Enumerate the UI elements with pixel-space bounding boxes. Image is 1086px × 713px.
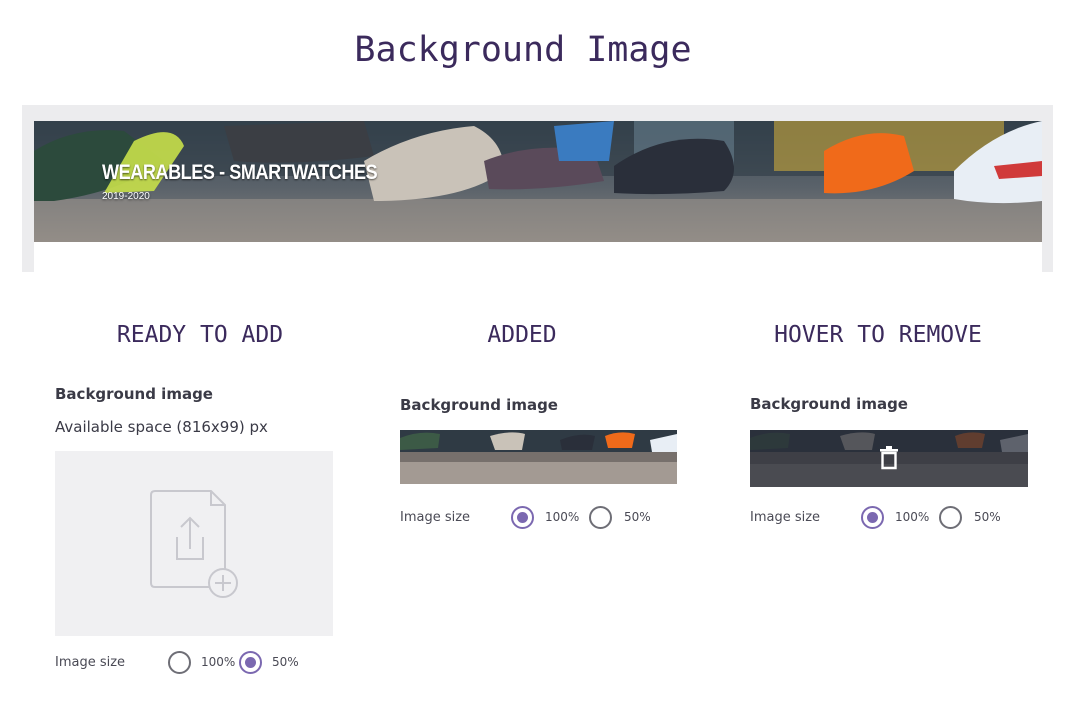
radio-50-label: 50% (624, 510, 651, 524)
heading-hover-to-remove: HOVER TO REMOVE (774, 322, 982, 348)
radio-50-label: 50% (272, 655, 299, 669)
image-size-row: Image size 100% 50% (400, 503, 651, 531)
radio-100-label: 100% (201, 655, 236, 669)
background-image-thumbnail-hover[interactable] (750, 430, 1028, 487)
radio-100-selected[interactable] (861, 505, 884, 529)
available-space-hint: Available space (816x99) px (55, 418, 268, 436)
trash-icon[interactable] (879, 446, 899, 470)
image-size-label: Image size (55, 654, 126, 670)
radio-50[interactable] (589, 505, 612, 529)
upload-dropzone[interactable] (55, 451, 333, 636)
background-image-label: Background image (750, 395, 908, 413)
radio-50-label: 50% (974, 510, 1001, 524)
banner-title: WEARABLES - SMARTWATCHES (102, 161, 378, 184)
background-image-thumbnail[interactable] (400, 430, 677, 484)
image-size-label: Image size (750, 509, 821, 525)
heading-added: ADDED (487, 322, 557, 348)
banner-preview-card: WEARABLES - SMARTWATCHES 2019-2020 (34, 121, 1042, 272)
radio-100-label: 100% (895, 510, 930, 524)
radio-100-selected[interactable] (511, 505, 534, 529)
banner-preview-frame: WEARABLES - SMARTWATCHES 2019-2020 (22, 105, 1053, 272)
radio-100-label: 100% (545, 510, 580, 524)
image-size-row: Image size 100% 50% (750, 503, 1001, 531)
radio-50-selected[interactable] (239, 650, 262, 674)
heading-ready-to-add: READY TO ADD (116, 322, 284, 348)
banner-subtitle: 2019-2020 (102, 191, 150, 202)
image-size-row: Image size 100% 50% (55, 648, 299, 676)
file-upload-add-icon (150, 490, 238, 598)
page-title: Background Image (354, 30, 692, 70)
image-size-label: Image size (400, 509, 471, 525)
radio-100[interactable] (168, 650, 191, 674)
radio-50[interactable] (939, 505, 962, 529)
background-image-label: Background image (400, 396, 558, 414)
background-image-label: Background image (55, 385, 213, 403)
